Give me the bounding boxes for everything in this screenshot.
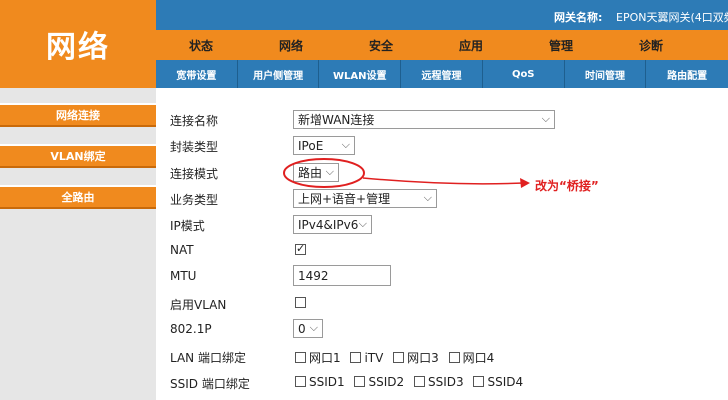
- annotation-text: 改为“桥接”: [535, 179, 599, 193]
- highlight-ellipse: [283, 158, 365, 188]
- annotation-arrow-line: [362, 177, 525, 185]
- arrow-head-icon: [520, 178, 530, 188]
- annotation-overlay: [283, 158, 530, 188]
